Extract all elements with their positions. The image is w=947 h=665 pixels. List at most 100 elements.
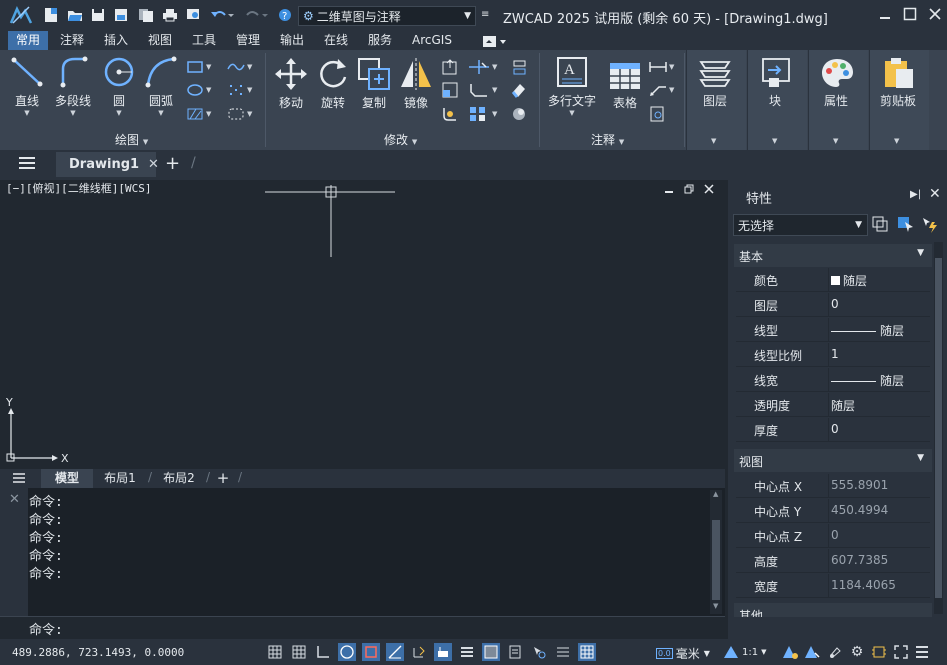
section-view[interactable]: 视图 ▼ bbox=[734, 449, 932, 472]
layout-menu-icon[interactable] bbox=[12, 472, 26, 484]
quick-properties-icon[interactable] bbox=[506, 643, 524, 661]
viewport-restore-icon[interactable] bbox=[684, 184, 694, 194]
mtext-button[interactable]: A 多行文字 ▼ bbox=[546, 55, 598, 117]
line-button[interactable]: 直线 ▼ bbox=[4, 55, 50, 117]
app-logo-icon[interactable] bbox=[8, 6, 34, 24]
annotation-panel-title[interactable]: 注释 ▼ bbox=[591, 131, 624, 148]
maximize-button[interactable] bbox=[899, 4, 921, 24]
prop-row[interactable]: 厚度 0 bbox=[736, 418, 930, 442]
minimize-button[interactable] bbox=[874, 4, 896, 24]
tab-arcgis[interactable]: ArcGIS bbox=[406, 31, 458, 50]
select-objects-icon[interactable] bbox=[897, 216, 915, 234]
save-icon[interactable] bbox=[89, 6, 107, 24]
mirror-button[interactable]: 镜像 bbox=[393, 55, 439, 115]
prop-row[interactable]: 高度 607.7385 bbox=[736, 549, 930, 573]
section-other[interactable]: 其他 bbox=[734, 603, 932, 617]
erase-button[interactable] bbox=[511, 80, 541, 100]
toggle-pickadd-icon[interactable] bbox=[872, 216, 888, 232]
lineweight-icon[interactable] bbox=[458, 643, 476, 661]
draw-panel-title[interactable]: 绘图 ▼ bbox=[115, 131, 148, 148]
hatch-button[interactable]: ▼ bbox=[186, 104, 216, 124]
point-button[interactable]: ▼ bbox=[227, 80, 257, 100]
close-icon[interactable]: ✕ bbox=[929, 186, 941, 202]
workspace-select[interactable]: ⚙ 二维草图与注释 ▼ bbox=[298, 6, 476, 26]
copy-button[interactable]: 复制 bbox=[351, 55, 397, 115]
selection-cycling-icon[interactable] bbox=[530, 643, 548, 661]
redo-icon[interactable] bbox=[243, 6, 269, 24]
undo-icon[interactable] bbox=[209, 6, 235, 24]
linear-dimension-button[interactable]: ▼ bbox=[649, 57, 679, 77]
selection-select[interactable]: 无选择 ▼ bbox=[733, 214, 868, 236]
new-tab-button[interactable]: + bbox=[165, 153, 180, 174]
status-menu-icon[interactable] bbox=[913, 643, 931, 661]
document-tab[interactable]: Drawing1 ✕ bbox=[56, 152, 159, 177]
dynamic-input-icon[interactable] bbox=[434, 643, 452, 661]
lock-ui-icon[interactable] bbox=[826, 643, 844, 661]
explode-button[interactable] bbox=[511, 57, 541, 77]
modify-panel-title[interactable]: 修改 ▼ bbox=[384, 131, 417, 148]
plot-preview-icon[interactable] bbox=[185, 6, 203, 24]
fullscreen-icon[interactable] bbox=[892, 643, 910, 661]
viewport-minimize-icon[interactable] bbox=[664, 184, 674, 194]
chevron-down-icon[interactable]: ▼ bbox=[833, 137, 838, 145]
polyline-button[interactable]: 多段线 ▼ bbox=[50, 55, 96, 117]
prop-row[interactable]: 线型 随层 bbox=[736, 318, 930, 342]
close-tab-icon[interactable]: ✕ bbox=[148, 157, 159, 172]
dynamic-ucs-icon[interactable] bbox=[410, 643, 428, 661]
prop-row[interactable]: 颜色 随层 bbox=[736, 268, 930, 292]
settings-icon[interactable]: ⚙ bbox=[848, 643, 866, 661]
ortho-icon[interactable] bbox=[314, 643, 332, 661]
open-file-icon[interactable] bbox=[66, 6, 84, 24]
quick-select-icon[interactable] bbox=[921, 216, 939, 234]
command-input[interactable] bbox=[0, 616, 725, 638]
save-as-icon[interactable] bbox=[112, 6, 130, 24]
leader-button[interactable]: ▼ bbox=[649, 80, 679, 100]
osnap-icon[interactable] bbox=[362, 643, 380, 661]
tab-tools[interactable]: 工具 bbox=[184, 31, 224, 50]
add-layout-button[interactable]: + bbox=[214, 469, 232, 488]
chevron-down-icon[interactable]: ▼ bbox=[894, 137, 899, 145]
print-icon[interactable] bbox=[161, 6, 179, 24]
viewport-close-icon[interactable] bbox=[704, 184, 714, 194]
chamfer-button[interactable]: ▼ bbox=[468, 80, 498, 100]
circle-button[interactable]: 圆 ▼ bbox=[96, 55, 142, 117]
tab-view[interactable]: 视图 bbox=[140, 31, 180, 50]
tab-layout1[interactable]: 布局1 bbox=[98, 469, 142, 488]
pin-icon[interactable]: ▶| bbox=[910, 189, 921, 200]
chevron-down-icon[interactable]: ▼ bbox=[772, 137, 777, 145]
prop-row[interactable]: 线型比例 1 bbox=[736, 343, 930, 367]
section-basic[interactable]: 基本 ▼ bbox=[734, 244, 932, 267]
array-button[interactable]: ▼ bbox=[468, 104, 498, 124]
hardware-acceleration-icon[interactable] bbox=[870, 643, 888, 661]
polar-icon[interactable] bbox=[338, 643, 356, 661]
transparency-icon[interactable] bbox=[482, 643, 500, 661]
prop-row[interactable]: 线宽 随层 bbox=[736, 368, 930, 392]
region-button[interactable]: ▼ bbox=[227, 104, 257, 124]
table-button[interactable]: 表格 bbox=[602, 55, 648, 115]
snap-icon[interactable] bbox=[290, 643, 308, 661]
chevron-down-icon[interactable]: ▼ bbox=[711, 137, 716, 145]
prop-row[interactable]: 宽度 1184.4065 bbox=[736, 574, 930, 598]
dim-style-button[interactable] bbox=[649, 104, 679, 124]
close-button[interactable] bbox=[924, 4, 946, 24]
grid-icon[interactable] bbox=[266, 643, 284, 661]
prop-row[interactable]: 中心点 X 555.8901 bbox=[736, 474, 930, 498]
tab-online[interactable]: 在线 bbox=[316, 31, 356, 50]
customize-menu-icon[interactable]: ≡ bbox=[481, 9, 489, 20]
auto-scale-icon[interactable] bbox=[803, 643, 821, 661]
trim-button[interactable]: ▼ bbox=[468, 57, 498, 77]
offset-button[interactable] bbox=[511, 104, 541, 124]
ribbon-minimize-icon[interactable] bbox=[482, 34, 510, 48]
spline-button[interactable]: ▼ bbox=[227, 57, 257, 77]
prop-row[interactable]: 中心点 Y 450.4994 bbox=[736, 499, 930, 523]
copy-file-icon[interactable] bbox=[137, 6, 155, 24]
prop-row[interactable]: 图层 0 bbox=[736, 293, 930, 317]
menu-icon[interactable] bbox=[18, 156, 36, 170]
tab-services[interactable]: 服务 bbox=[360, 31, 400, 50]
properties-scrollbar[interactable] bbox=[934, 242, 943, 614]
viewport-controls-label[interactable]: [−][俯视][二维线框][WCS] bbox=[6, 180, 151, 196]
annotation-scale[interactable]: 1:1 ▼ bbox=[723, 645, 766, 659]
tab-home[interactable]: 常用 bbox=[8, 31, 48, 50]
tab-output[interactable]: 输出 bbox=[272, 31, 312, 50]
rotate-button[interactable]: 旋转 bbox=[310, 55, 356, 115]
